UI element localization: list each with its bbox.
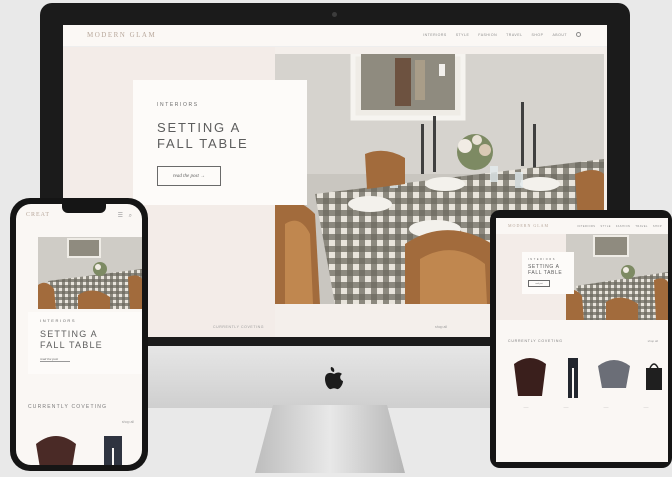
feature-card: INTERIORS SETTING A FALL TABLE read the … [133,80,307,205]
phone-device: CREAT ☰ ⌕ INTERIORS SETTING A FALL TABLE… [10,198,148,471]
tablet-shop-all-link[interactable]: shop all [648,339,658,343]
phone-screen: CREAT ☰ ⌕ INTERIORS SETTING A FALL TABLE… [16,204,142,465]
card-category[interactable]: INTERIORS [157,102,307,108]
tablet-product-row [506,358,666,418]
phone-logo[interactable]: CREAT [26,212,50,218]
nav-item-travel[interactable]: TRAVEL [506,33,522,37]
tablet-hero-image[interactable] [566,234,668,320]
phone-read-post-link[interactable]: read the post [40,357,70,362]
tablet-device: MODERN GLAM INTERIORS STYLE FASHION TRAV… [490,210,672,468]
shop-all-link[interactable]: shop all [435,325,447,329]
phone-card-category[interactable]: INTERIORS [40,318,142,323]
phone-hero-image[interactable] [38,237,142,309]
tablet-nav-interiors[interactable]: INTERIORS [577,225,595,228]
phone-product-row [32,436,142,465]
phone-notch [62,204,106,213]
tablet-feature-card: INTERIORS SETTING A FALL TABLE read post [522,252,574,294]
product-tote [646,368,662,390]
tablet-header: MODERN GLAM INTERIORS STYLE FASHION TRAV… [496,218,668,234]
card-title[interactable]: SETTING A FALL TABLE [157,120,267,152]
tablet-nav-shop[interactable]: SHOP [653,225,662,228]
product-caption[interactable]: —— [604,406,609,409]
site-header: MODERN GLAM INTERIORS STYLE FASHION TRAV… [63,25,607,47]
read-post-button[interactable]: read the post → [157,166,221,186]
tablet-nav: INTERIORS STYLE FASHION TRAVEL SHOP [577,225,662,228]
tablet-read-post-button[interactable]: read post [528,280,550,287]
imac-stand [255,405,405,473]
product-top [514,358,546,396]
tablet-logo[interactable]: MODERN GLAM [508,223,549,228]
phone-feature-card: INTERIORS SETTING A FALL TABLE read the … [28,312,142,374]
tablet-screen: MODERN GLAM INTERIORS STYLE FASHION TRAV… [496,218,668,462]
camera [332,12,337,17]
menu-icon[interactable]: ☰ ⌕ [118,212,134,220]
product-caption[interactable]: —— [564,406,569,409]
nav-item-about[interactable]: ABOUT [552,33,567,37]
tablet-nav-style[interactable]: STYLE [600,225,610,228]
tablet-section-heading: CURRENTLY COVETING [508,339,563,343]
phone-shop-all-link[interactable]: shop all [122,420,134,424]
tablet-nav-fashion[interactable]: FASHION [616,225,630,228]
product-sweater [36,436,76,465]
phone-section-heading: CURRENTLY COVETING [28,404,108,410]
product-caption[interactable]: —— [524,406,529,409]
tablet-card-title[interactable]: SETTING A FALL TABLE [528,264,568,276]
nav-item-style[interactable]: STYLE [456,33,470,37]
tablet-nav-travel[interactable]: TRAVEL [635,225,648,228]
section-heading: CURRENTLY COVETING [213,325,265,329]
apple-logo-icon [325,367,343,390]
nav-item-interiors[interactable]: INTERIORS [423,33,447,37]
phone-card-title[interactable]: SETTING A FALL TABLE [40,329,120,351]
tablet-product-captions: —— —— —— —— [506,406,666,409]
nav-item-shop[interactable]: SHOP [532,33,544,37]
tablet-card-category[interactable]: INTERIORS [528,258,574,261]
product-caption[interactable]: —— [644,406,649,409]
site-nav: INTERIORS STYLE FASHION TRAVEL SHOP ABOU… [423,32,581,37]
search-icon[interactable] [576,32,581,37]
product-knit [598,360,630,388]
nav-item-fashion[interactable]: FASHION [478,33,497,37]
site-logo[interactable]: MODERN GLAM [87,31,156,39]
